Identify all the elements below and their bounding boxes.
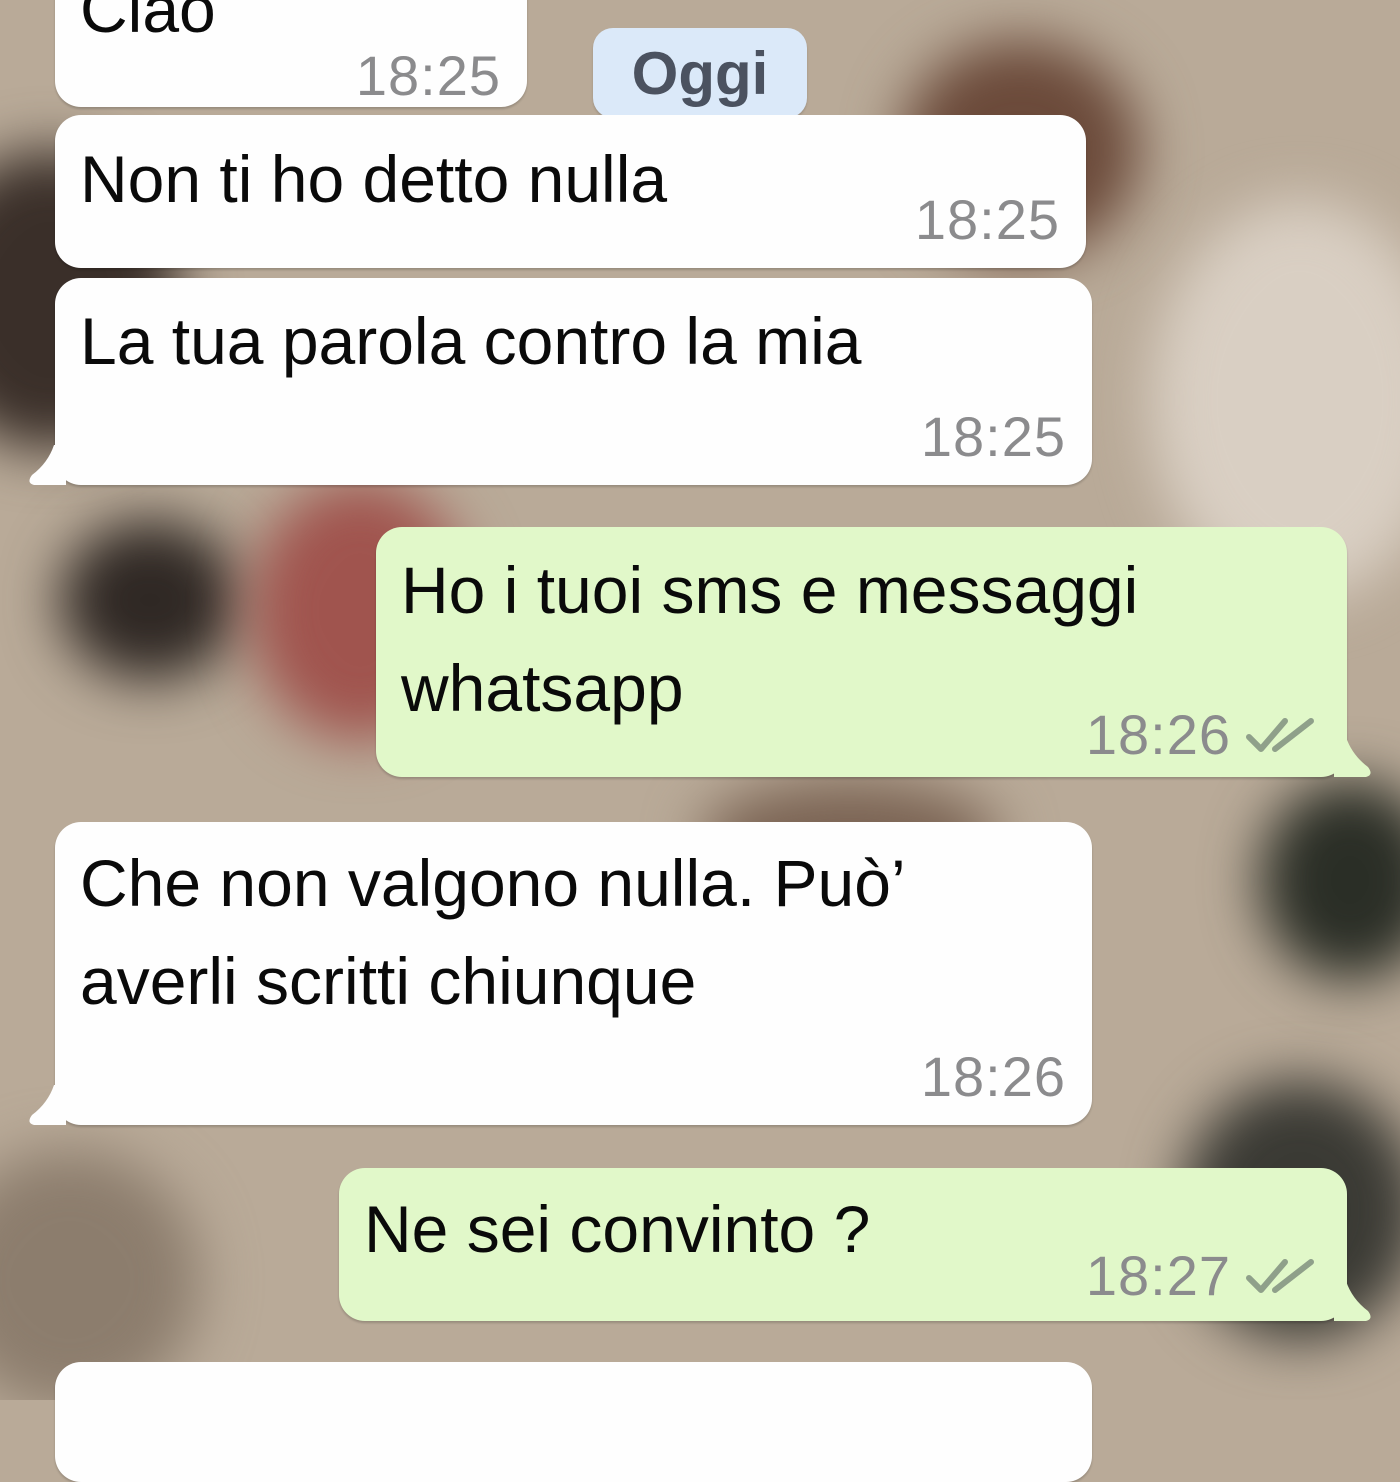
message-text: Non ti ho detto nulla	[80, 142, 668, 216]
message-bubble-incoming[interactable]: La tua parola contro la mia 18:25	[55, 278, 1092, 485]
message-time: 18:25	[920, 405, 1066, 468]
message-text: La tua parola contro la mia	[80, 304, 862, 378]
message-bubble-outgoing[interactable]: Ho i tuoi sms e messaggi whatsapp 18:26	[376, 527, 1347, 777]
bubble-tail	[29, 1085, 66, 1125]
double-check-read-icon	[1246, 717, 1314, 752]
message-time: 18:26	[920, 1045, 1066, 1108]
message-bubble-incoming-partial[interactable]	[55, 1362, 1092, 1482]
message-time: 18:27	[1085, 1244, 1231, 1307]
message-bubble-incoming[interactable]: Ciao 18:25	[55, 0, 527, 107]
message-text: Che non valgono nulla. Può’ averli scrit…	[80, 846, 906, 1018]
message-time: 18:25	[355, 44, 501, 107]
message-bubble-incoming[interactable]: Che non valgono nulla. Può’ averli scrit…	[55, 822, 1092, 1125]
message-text: Ne sei convinto ?	[364, 1192, 871, 1266]
bubble-tail	[29, 445, 66, 485]
message-bubble-outgoing[interactable]: Ne sei convinto ? 18:27	[339, 1168, 1347, 1321]
date-divider: Oggi	[593, 28, 807, 118]
double-check-read-icon	[1246, 1258, 1314, 1293]
message-text: Ho i tuoi sms e messaggi whatsapp	[401, 553, 1139, 725]
bubble-tail	[1334, 737, 1371, 777]
message-time: 18:25	[914, 188, 1060, 251]
message-bubble-incoming[interactable]: Non ti ho detto nulla 18:25	[55, 115, 1086, 268]
message-text: Ciao	[80, 0, 216, 46]
bubble-tail	[1334, 1281, 1371, 1321]
message-time: 18:26	[1085, 703, 1231, 766]
